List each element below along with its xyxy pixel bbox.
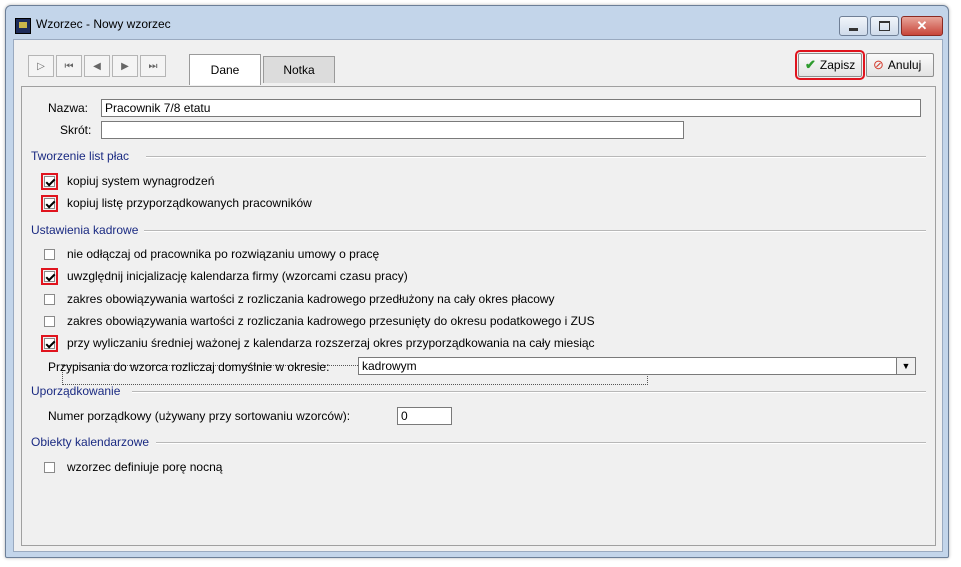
prev-icon: ◀	[93, 60, 101, 72]
app-icon	[15, 18, 31, 34]
cancel-button[interactable]: ⊘ Anuluj	[866, 53, 934, 77]
cancel-icon: ⊘	[873, 57, 884, 72]
nav-last-button[interactable]: ⏭	[140, 55, 166, 77]
checkbox-label: uwzględnij inicjalizację kalendarza firm…	[67, 269, 408, 283]
checkmark-icon: ✔	[805, 57, 816, 72]
checkbox[interactable]	[44, 315, 55, 327]
checkbox-label: przy wyliczaniu średniej ważonej z kalen…	[67, 336, 595, 350]
section-divider	[144, 230, 926, 232]
payroll-option-copy-system[interactable]: kopiuj system wynagrodzeń	[41, 172, 215, 190]
next-icon: ▶	[121, 60, 129, 72]
section-payroll: Tworzenie list płac	[31, 149, 130, 163]
checkbox-label: zakres obowiązywania wartości z rozlicza…	[67, 292, 555, 306]
close-button[interactable]: ✕	[901, 16, 943, 36]
tab-notka[interactable]: Notka	[263, 56, 335, 83]
ordering-label: Numer porządkowy (używany przy sortowani…	[48, 409, 351, 423]
section-hr: Ustawienia kadrowe	[31, 223, 139, 237]
section-divider	[146, 156, 926, 158]
short-field[interactable]	[101, 121, 684, 139]
save-button-label: Zapisz	[819, 58, 856, 72]
assignment-dropdown-button[interactable]: ▼	[896, 357, 916, 375]
nav-prev-page-button[interactable]: ⏮	[56, 55, 82, 77]
first-record-icon: ▷	[37, 60, 45, 72]
checkbox[interactable]	[41, 194, 58, 212]
checkbox-label: wzorzec definiuje porę nocną	[67, 460, 223, 474]
maximize-icon	[879, 21, 890, 31]
payroll-option-copy-employees[interactable]: kopiuj listę przyporządkowanych pracowni…	[41, 194, 312, 212]
section-divider	[156, 442, 926, 444]
skip-back-icon: ⏮	[64, 60, 74, 72]
name-field[interactable]: Pracownik 7/8 etatu	[101, 99, 921, 117]
skip-forward-icon: ⏭	[148, 60, 158, 72]
maximize-button[interactable]	[870, 16, 899, 36]
hr-option-weighted-average[interactable]: przy wyliczaniu średniej ważonej z kalen…	[41, 334, 595, 352]
checkbox[interactable]	[44, 248, 55, 260]
hr-option-calendar-init[interactable]: uwzględnij inicjalizację kalendarza firm…	[41, 267, 408, 285]
ordering-number-field[interactable]: 0	[397, 407, 452, 425]
save-button[interactable]: ✔ Zapisz	[795, 50, 865, 80]
section-calendar: Obiekty kalendarzowe	[31, 435, 150, 449]
chevron-down-icon: ▼	[901, 361, 911, 371]
hr-option-keep-employee[interactable]: nie odłączaj od pracownika po rozwiązani…	[44, 245, 379, 263]
nav-first-button[interactable]: ▷	[28, 55, 54, 77]
caption-buttons: ✕	[837, 16, 943, 36]
assignment-label: Przypisania do wzorca rozliczaj domyślni…	[48, 360, 330, 374]
checkbox-label: kopiuj listę przyporządkowanych pracowni…	[67, 196, 312, 210]
section-ordering: Uporządkowanie	[31, 384, 121, 398]
short-label: Skrót:	[60, 123, 92, 137]
assignment-select[interactable]: kadrowym	[358, 357, 898, 375]
checkbox[interactable]	[41, 172, 58, 190]
cancel-button-label: Anuluj	[887, 58, 922, 72]
checkbox[interactable]	[41, 334, 58, 352]
checkbox-label: zakres obowiązywania wartości z rozlicza…	[67, 314, 595, 328]
checkbox-label: kopiuj system wynagrodzeń	[67, 174, 215, 188]
window-title: Wzorzec - Nowy wzorzec	[36, 17, 171, 31]
calendar-option-night[interactable]: wzorzec definiuje porę nocną	[44, 458, 222, 476]
minimize-button[interactable]	[839, 16, 868, 36]
checkbox[interactable]	[44, 293, 55, 305]
client-area: ▷ ⏮ ◀ ▶ ⏭ Dane Notka ✔ Zapisz ⊘ Anuluj N…	[13, 39, 943, 552]
section-divider	[132, 391, 926, 393]
name-label: Nazwa:	[48, 101, 89, 115]
tab-dane[interactable]: Dane	[189, 54, 261, 85]
hr-option-extend-period[interactable]: zakres obowiązywania wartości z rozlicza…	[44, 290, 555, 308]
app-window: Wzorzec - Nowy wzorzec ✕ ▷ ⏮ ◀ ▶ ⏭ Dane …	[5, 5, 949, 558]
title-bar[interactable]: Wzorzec - Nowy wzorzec ✕	[6, 6, 948, 40]
record-navigation: ▷ ⏮ ◀ ▶ ⏭	[28, 55, 168, 77]
nav-prev-button[interactable]: ◀	[84, 55, 110, 77]
minimize-icon	[849, 27, 858, 31]
close-icon: ✕	[916, 18, 928, 33]
checkbox[interactable]	[41, 267, 58, 285]
checkbox[interactable]	[44, 461, 55, 473]
hr-option-shift-period[interactable]: zakres obowiązywania wartości z rozlicza…	[44, 312, 595, 330]
tab-panel-dane: Nazwa: Pracownik 7/8 etatu Skrót: Tworze…	[21, 86, 936, 546]
checkbox-label: nie odłączaj od pracownika po rozwiązani…	[67, 247, 380, 261]
nav-next-button[interactable]: ▶	[112, 55, 138, 77]
